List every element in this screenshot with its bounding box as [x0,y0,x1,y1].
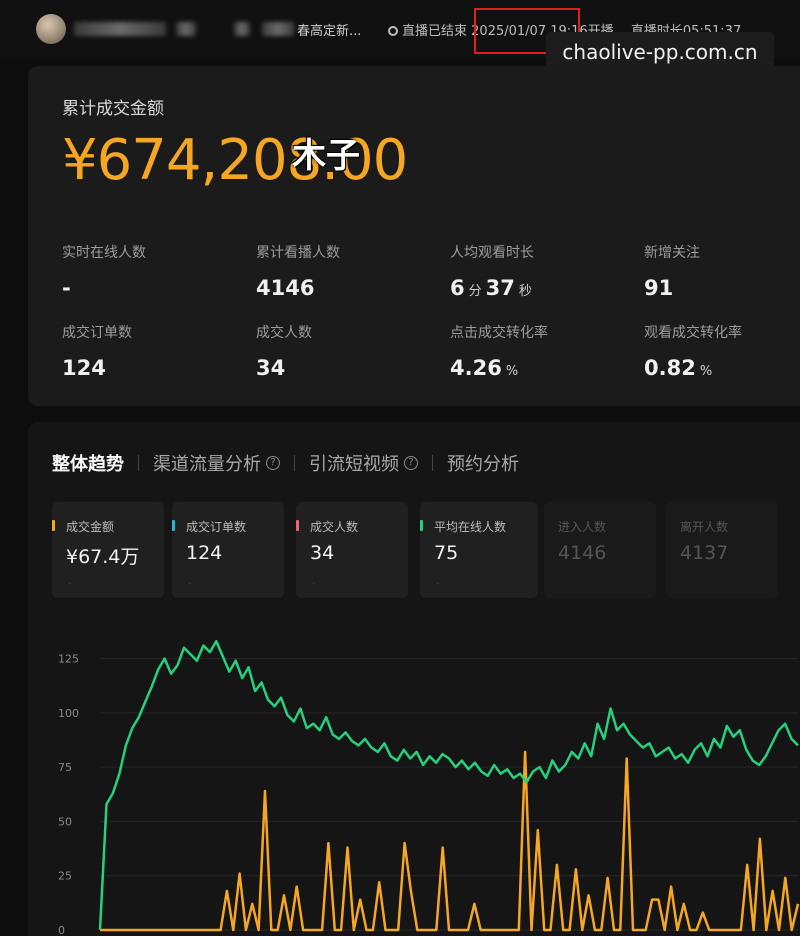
avatar[interactable] [36,14,66,44]
metric-card-avg-online[interactable]: 平均在线人数 75 - [420,502,538,598]
chart-grid [100,658,798,931]
trend-chart: 0 25 50 75 100 125 [58,639,800,936]
metric-card-buyers[interactable]: 成交人数 34 - [296,502,408,598]
conversion-value: 4.26 [450,356,502,380]
tab-label: 引流短视频 [309,454,399,475]
metric-card-orders[interactable]: 成交订单数 124 - [172,502,284,598]
metric-label: 平均在线人数 [434,520,507,534]
metric-card-gmv[interactable]: 成交金额 ¥67.4万 - [52,502,164,598]
metric-value: 75 [434,542,459,564]
tab-divider [138,455,139,471]
minutes-value: 6 [450,276,465,300]
tab-label: 预约分析 [447,454,519,475]
analysis-tabs: 整体趋势 渠道流量分析? 引流短视频? 预约分析 [52,450,519,476]
stat-watch-conversion: 观看成交转化率 0.82% [644,322,742,380]
metric-value: 124 [186,542,223,564]
stat-value: 124 [62,356,106,380]
gmv-label: 累计成交金额 [62,99,164,119]
stat-value: - [62,276,71,300]
live-status: 直播已结束 [402,24,468,39]
seconds-unit: 秒 [518,284,532,299]
stat-label: 观看成交转化率 [644,325,742,341]
stat-new-followers: 新增关注 91 [644,242,700,300]
stat-value: 4.26% [450,356,548,380]
blurred-account-name [74,22,166,36]
stat-orders: 成交订单数 124 [62,322,132,380]
metric-card-exits[interactable]: 离开人数 4137 [666,502,778,598]
metric-value: 4137 [680,542,729,564]
metric-value: 4146 [558,542,607,564]
y-axis: 0 25 50 75 100 125 [58,653,79,936]
tab-overall-trend[interactable]: 整体趋势 [52,450,124,476]
stat-total-viewers: 累计看播人数 4146 [256,242,340,300]
stat-value: 34 [256,356,286,380]
stat-value: 91 [644,276,674,300]
y-tick-label: 125 [58,653,79,666]
metric-card-entries[interactable]: 进入人数 4146 [544,502,656,598]
tab-reservation[interactable]: 预约分析 [447,450,519,476]
stat-value: 6 分 37 秒 [450,276,536,300]
stat-online-now: 实时在线人数 - [62,242,146,300]
overlay-sticker: 木子 [292,136,360,176]
tab-label: 渠道流量分析 [153,454,261,475]
help-icon[interactable]: ? [266,456,280,470]
stat-label: 累计看播人数 [256,245,340,261]
live-title: 春高定新... [297,24,362,39]
stat-label: 人均观看时长 [450,245,534,261]
series-color-marker [420,520,423,531]
help-icon[interactable]: ? [404,456,418,470]
avg-online-series-line [98,639,799,931]
metric-sub: - [188,578,192,589]
tab-short-video[interactable]: 引流短视频? [309,450,418,476]
conversion-value: 0.82 [644,356,696,380]
metric-label: 进入人数 [558,520,607,534]
y-tick-label: 50 [58,815,72,828]
minutes-unit: 分 [468,284,482,299]
metric-label: 成交人数 [310,520,359,534]
metric-label: 成交订单数 [186,520,247,534]
y-tick-label: 25 [58,870,72,883]
stat-label: 实时在线人数 [62,245,146,261]
series-color-marker [296,520,299,531]
y-tick-label: 0 [58,924,65,936]
stat-value: 0.82% [644,356,742,380]
series-color-marker [52,520,55,531]
metric-sub: - [436,578,440,589]
tab-label: 整体趋势 [52,454,124,475]
gmv-series-line [100,750,800,932]
y-tick-label: 100 [58,707,79,720]
stat-label: 成交订单数 [62,325,132,341]
series-color-marker [172,520,175,531]
percent-unit: % [699,364,713,379]
blurred-account-name [234,22,250,36]
blurred-account-name [176,22,196,36]
y-tick-label: 75 [58,761,72,774]
blurred-account-name [262,22,294,36]
tab-divider [432,455,433,471]
tab-channel-traffic[interactable]: 渠道流量分析? [153,450,280,476]
plot-area [98,639,800,932]
metric-label: 离开人数 [680,520,729,534]
stat-label: 成交人数 [256,325,312,341]
tab-divider [294,455,295,471]
metric-value: 34 [310,542,335,564]
status-dot-icon [388,26,398,36]
stat-label: 点击成交转化率 [450,325,548,341]
metric-label: 成交金额 [66,520,115,534]
stat-label: 新增关注 [644,245,700,261]
seconds-value: 37 [485,276,515,300]
metric-sub: - [68,578,72,589]
metric-value: ¥67.4万 [66,546,140,568]
percent-unit: % [505,364,519,379]
metric-sub: - [312,578,316,589]
stat-buyers: 成交人数 34 [256,322,312,380]
stat-click-conversion: 点击成交转化率 4.26% [450,322,548,380]
stat-value: 4146 [256,276,315,300]
stat-avg-watch-time: 人均观看时长 6 分 37 秒 [450,242,536,300]
